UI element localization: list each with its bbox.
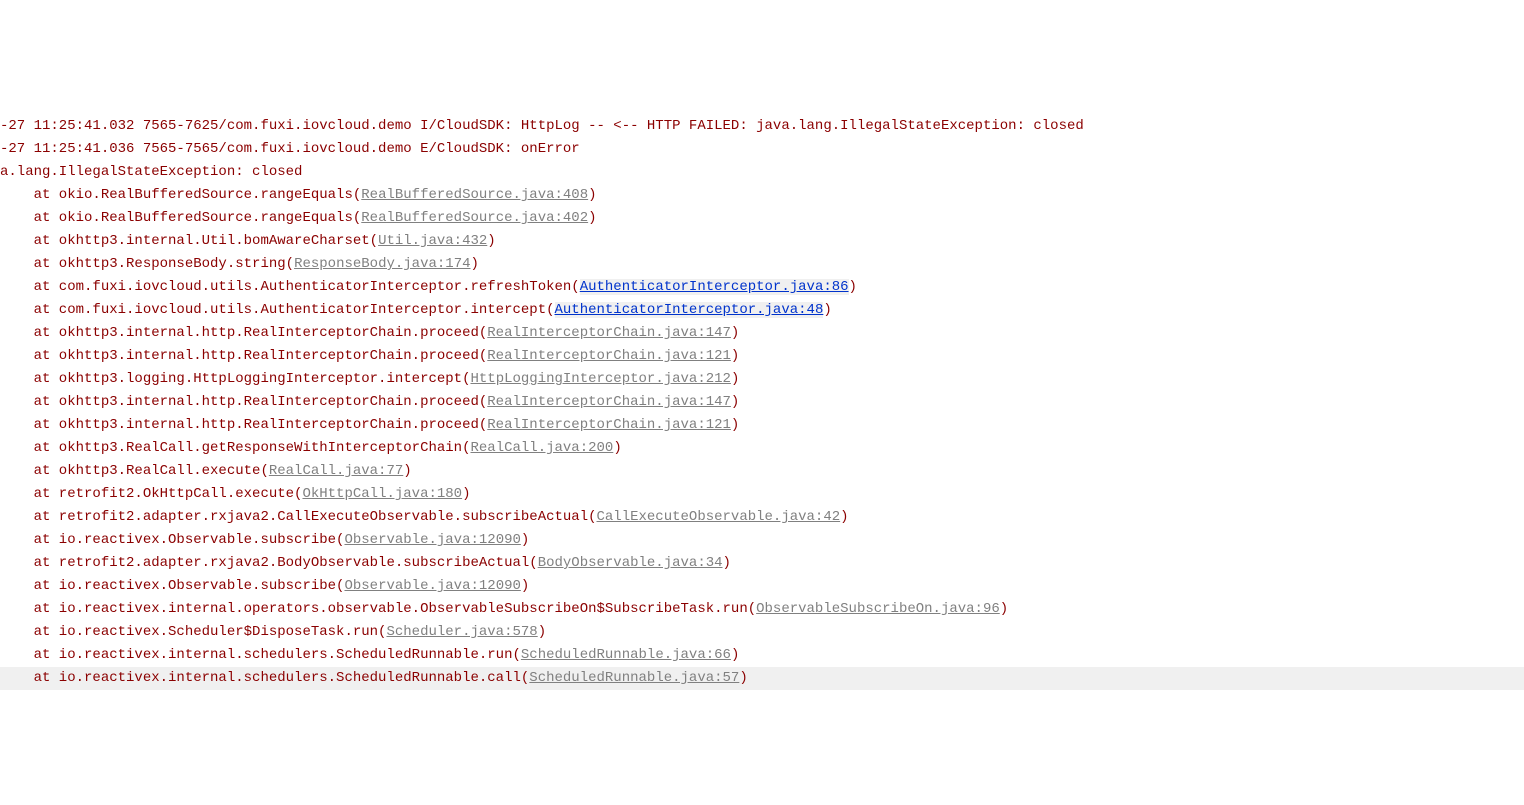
source-link[interactable]: RealInterceptorChain.java:121 xyxy=(487,417,731,433)
stack-frame-paren: ) xyxy=(521,532,529,548)
stack-frame: at retrofit2.adapter.rxjava2.BodyObserva… xyxy=(0,552,1524,575)
source-link[interactable]: Scheduler.java:578 xyxy=(386,624,537,640)
stack-frame-paren: ) xyxy=(613,440,621,456)
stack-frame-paren: ) xyxy=(487,233,495,249)
stack-frame-method: at io.reactivex.internal.operators.obser… xyxy=(0,601,756,617)
stack-frame: at okhttp3.logging.HttpLoggingIntercepto… xyxy=(0,368,1524,391)
stack-frame: at okhttp3.ResponseBody.string(ResponseB… xyxy=(0,253,1524,276)
stack-frame-paren: ) xyxy=(731,394,739,410)
stack-frame-paren: ) xyxy=(403,463,411,479)
stack-frame: at retrofit2.adapter.rxjava2.CallExecute… xyxy=(0,506,1524,529)
source-link[interactable]: RealInterceptorChain.java:147 xyxy=(487,325,731,341)
stack-frame: at io.reactivex.internal.operators.obser… xyxy=(0,598,1524,621)
source-link[interactable]: ObservableSubscribeOn.java:96 xyxy=(756,601,1000,617)
stack-frame-method: at okhttp3.RealCall.execute( xyxy=(0,463,269,479)
stack-frame-paren: ) xyxy=(1000,601,1008,617)
source-link[interactable]: BodyObservable.java:34 xyxy=(538,555,723,571)
source-link[interactable]: RealInterceptorChain.java:121 xyxy=(487,348,731,364)
stack-frame: at com.fuxi.iovcloud.utils.Authenticator… xyxy=(0,299,1524,322)
log-text: a.lang.IllegalStateException: closed xyxy=(0,164,302,180)
stack-frame-method: at retrofit2.OkHttpCall.execute( xyxy=(0,486,302,502)
stack-frame: at okhttp3.internal.http.RealInterceptor… xyxy=(0,345,1524,368)
stack-frame-method: at okhttp3.ResponseBody.string( xyxy=(0,256,294,272)
stack-frame-paren: ) xyxy=(731,325,739,341)
stack-frame-method: at io.reactivex.Observable.subscribe( xyxy=(0,532,344,548)
source-link[interactable]: RealCall.java:200 xyxy=(470,440,613,456)
stack-frame: at okhttp3.RealCall.getResponseWithInter… xyxy=(0,437,1524,460)
stack-frame-paren: ) xyxy=(731,417,739,433)
stack-frame-paren: ) xyxy=(588,187,596,203)
source-link[interactable]: RealBufferedSource.java:402 xyxy=(361,210,588,226)
log-line: -27 11:25:41.036 7565-7565/com.fuxi.iovc… xyxy=(0,138,1524,161)
source-link[interactable]: ResponseBody.java:174 xyxy=(294,256,470,272)
stack-frame-method: at io.reactivex.Observable.subscribe( xyxy=(0,578,344,594)
stack-frame: at com.fuxi.iovcloud.utils.Authenticator… xyxy=(0,276,1524,299)
stack-frame-method: at okhttp3.internal.http.RealInterceptor… xyxy=(0,348,487,364)
stack-frame: at io.reactivex.Scheduler$DisposeTask.ru… xyxy=(0,621,1524,644)
stack-frame-paren: ) xyxy=(731,647,739,663)
source-link[interactable]: AuthenticatorInterceptor.java:86 xyxy=(580,279,849,295)
stack-frame: at okhttp3.internal.Util.bomAwareCharset… xyxy=(0,230,1524,253)
stack-frame-method: at io.reactivex.Scheduler$DisposeTask.ru… xyxy=(0,624,386,640)
stack-frame-method: at io.reactivex.internal.schedulers.Sche… xyxy=(0,647,521,663)
source-link[interactable]: Observable.java:12090 xyxy=(344,532,520,548)
stack-frame-method: at com.fuxi.iovcloud.utils.Authenticator… xyxy=(0,279,580,295)
stack-frame: at io.reactivex.internal.schedulers.Sche… xyxy=(0,667,1524,690)
stack-frame-paren: ) xyxy=(840,509,848,525)
stack-frame: at okhttp3.internal.http.RealInterceptor… xyxy=(0,391,1524,414)
source-link[interactable]: RealInterceptorChain.java:147 xyxy=(487,394,731,410)
source-link[interactable]: RealBufferedSource.java:408 xyxy=(361,187,588,203)
stack-frame-paren: ) xyxy=(823,302,831,318)
stack-frame-method: at okhttp3.internal.http.RealInterceptor… xyxy=(0,417,487,433)
stack-frame: at okhttp3.RealCall.execute(RealCall.jav… xyxy=(0,460,1524,483)
stack-frame: at okhttp3.internal.http.RealInterceptor… xyxy=(0,322,1524,345)
stack-frame-method: at okio.RealBufferedSource.rangeEquals( xyxy=(0,187,361,203)
stack-frame: at okio.RealBufferedSource.rangeEquals(R… xyxy=(0,207,1524,230)
source-link[interactable]: ScheduledRunnable.java:66 xyxy=(521,647,731,663)
source-link[interactable]: Util.java:432 xyxy=(378,233,487,249)
stack-frame-method: at okhttp3.internal.http.RealInterceptor… xyxy=(0,394,487,410)
stack-frame-paren: ) xyxy=(462,486,470,502)
source-link[interactable]: ScheduledRunnable.java:57 xyxy=(529,670,739,686)
stack-frame-paren: ) xyxy=(471,256,479,272)
stack-frame-method: at okhttp3.RealCall.getResponseWithInter… xyxy=(0,440,470,456)
stack-frame-paren: ) xyxy=(538,624,546,640)
stack-frame-method: at okio.RealBufferedSource.rangeEquals( xyxy=(0,210,361,226)
stack-frame-method: at io.reactivex.internal.schedulers.Sche… xyxy=(0,670,529,686)
stack-frame: at okhttp3.internal.http.RealInterceptor… xyxy=(0,414,1524,437)
stack-frame-paren: ) xyxy=(723,555,731,571)
stack-frame-method: at retrofit2.adapter.rxjava2.BodyObserva… xyxy=(0,555,538,571)
source-link[interactable]: HttpLoggingInterceptor.java:212 xyxy=(470,371,730,387)
log-line: -27 11:25:41.032 7565-7625/com.fuxi.iovc… xyxy=(0,115,1524,138)
stack-frame-method: at retrofit2.adapter.rxjava2.CallExecute… xyxy=(0,509,597,525)
stack-frame: at okio.RealBufferedSource.rangeEquals(R… xyxy=(0,184,1524,207)
stack-frame: at retrofit2.OkHttpCall.execute(OkHttpCa… xyxy=(0,483,1524,506)
stack-frame-paren: ) xyxy=(588,210,596,226)
source-link[interactable]: AuthenticatorInterceptor.java:48 xyxy=(555,302,824,318)
stack-frame-paren: ) xyxy=(739,670,747,686)
stack-frame-method: at okhttp3.internal.Util.bomAwareCharset… xyxy=(0,233,378,249)
source-link[interactable]: OkHttpCall.java:180 xyxy=(302,486,462,502)
stack-frame-paren: ) xyxy=(849,279,857,295)
stack-frame: at io.reactivex.internal.schedulers.Sche… xyxy=(0,644,1524,667)
stack-frame: at io.reactivex.Observable.subscribe(Obs… xyxy=(0,575,1524,598)
stack-frame-paren: ) xyxy=(521,578,529,594)
source-link[interactable]: CallExecuteObservable.java:42 xyxy=(597,509,841,525)
stack-frame-paren: ) xyxy=(731,371,739,387)
log-text: -27 11:25:41.032 7565-7625/com.fuxi.iovc… xyxy=(0,118,1084,134)
source-link[interactable]: Observable.java:12090 xyxy=(344,578,520,594)
stack-frame-method: at okhttp3.internal.http.RealInterceptor… xyxy=(0,325,487,341)
log-text: -27 11:25:41.036 7565-7565/com.fuxi.iovc… xyxy=(0,141,580,157)
stack-frame: at io.reactivex.Observable.subscribe(Obs… xyxy=(0,529,1524,552)
stack-frame-method: at com.fuxi.iovcloud.utils.Authenticator… xyxy=(0,302,555,318)
log-line: a.lang.IllegalStateException: closed xyxy=(0,161,1524,184)
stack-frame-paren: ) xyxy=(731,348,739,364)
stack-frame-method: at okhttp3.logging.HttpLoggingIntercepto… xyxy=(0,371,470,387)
source-link[interactable]: RealCall.java:77 xyxy=(269,463,403,479)
